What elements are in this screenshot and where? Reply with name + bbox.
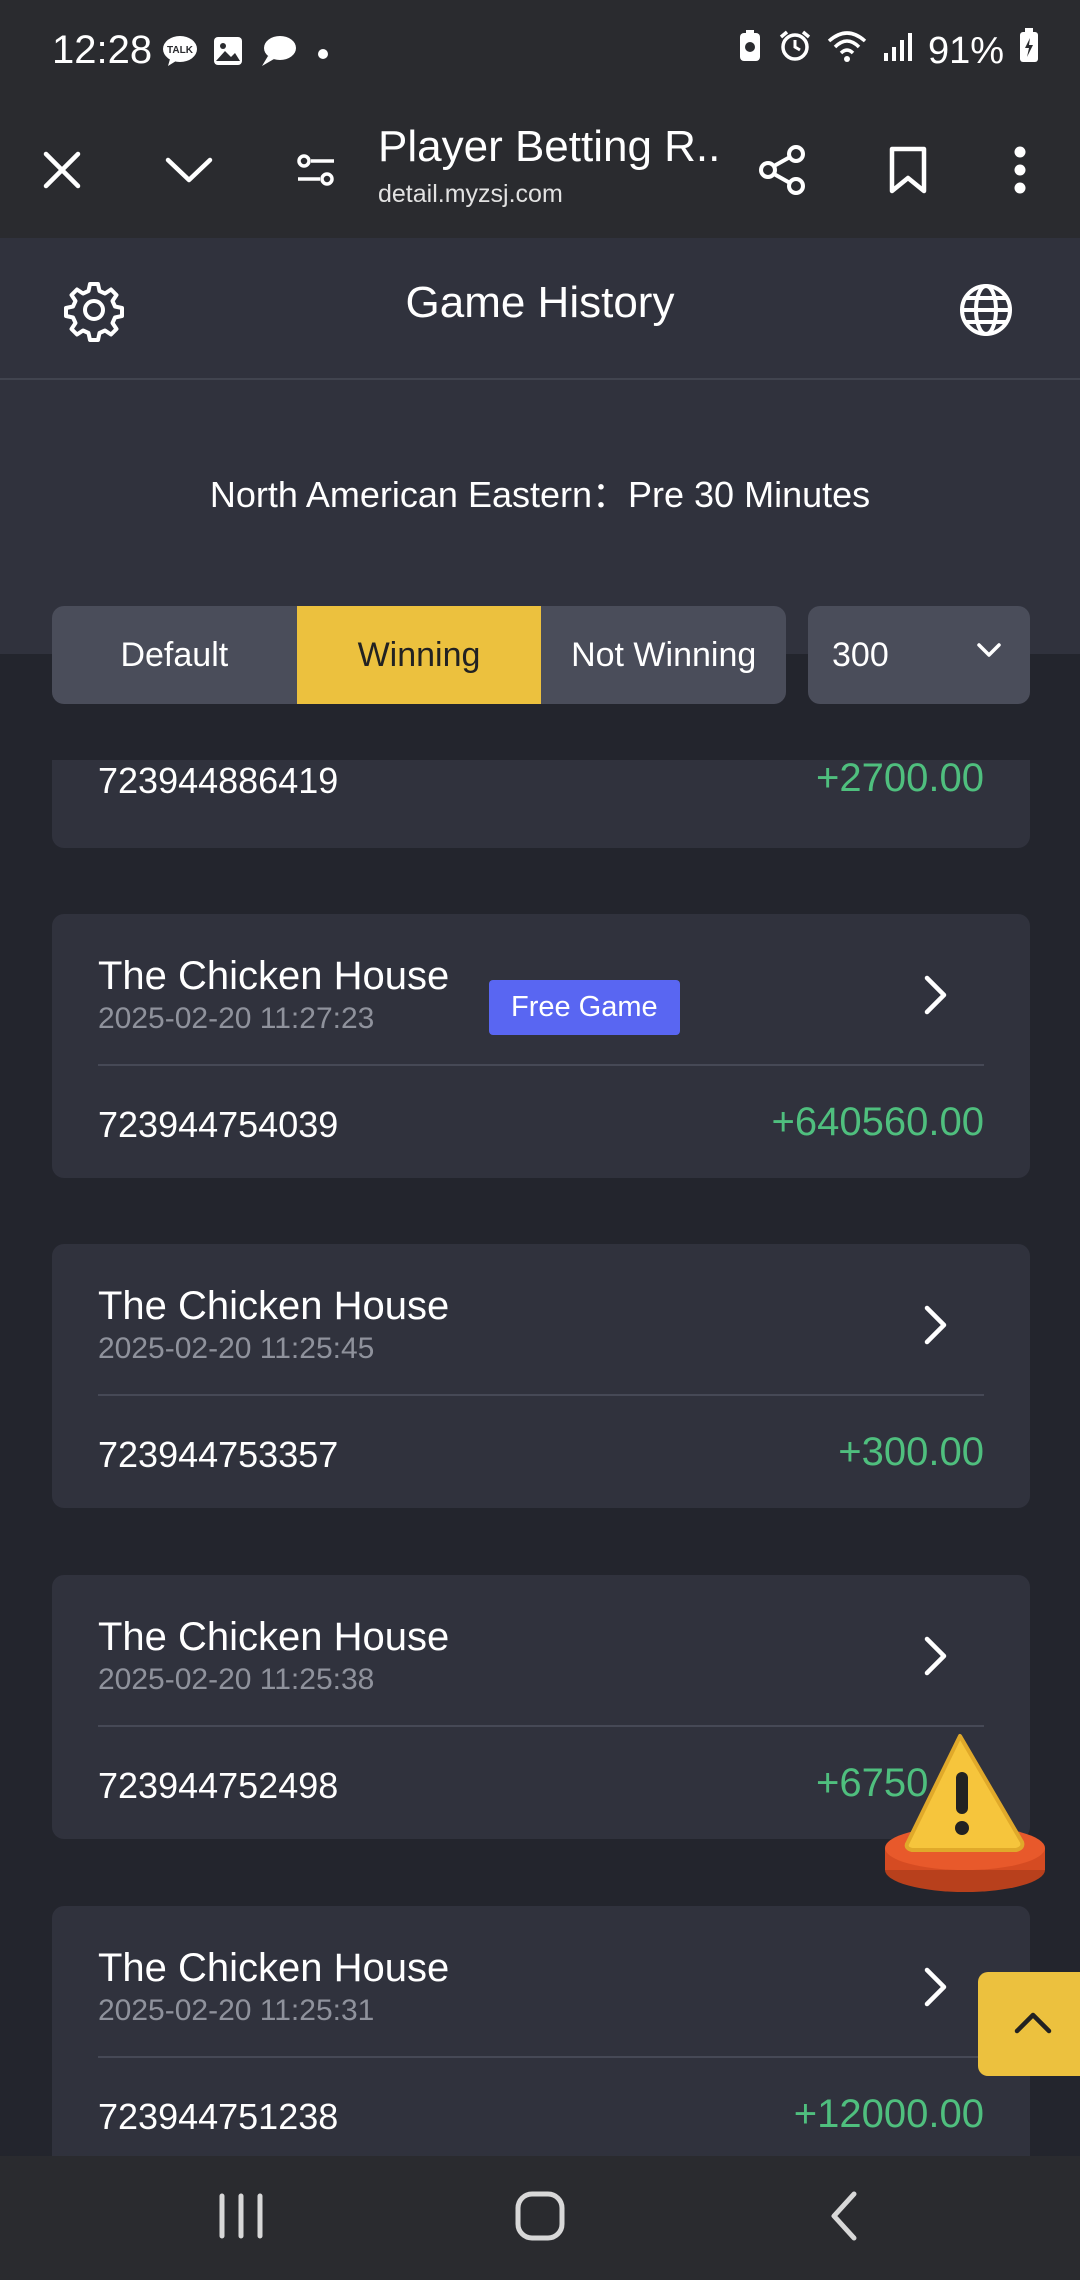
gallery-icon — [212, 35, 244, 72]
tune-icon[interactable] — [282, 136, 350, 204]
count-select-value: 300 — [832, 636, 889, 674]
tab-default[interactable]: Default — [52, 606, 297, 704]
tab-not-winning[interactable]: Not Winning — [541, 606, 786, 704]
record-id: 723944752498 — [98, 1765, 339, 1806]
chevron-down-icon — [976, 642, 1002, 665]
record-id: 723944754039 — [98, 1104, 339, 1145]
count-select[interactable]: 300 — [808, 606, 1030, 704]
recents-icon[interactable] — [216, 2190, 266, 2247]
record-id: 723944751238 — [98, 2096, 339, 2137]
record-time: 2025-02-20 11:25:45 — [98, 1332, 375, 1365]
record-game-name: The Chicken House — [98, 1615, 450, 1659]
notification-dot-icon — [318, 48, 328, 59]
record-card[interactable]: The Chicken House 2025-02-20 11:25:45 72… — [52, 1244, 1030, 1508]
battery-icon — [1018, 28, 1040, 74]
back-icon[interactable] — [826, 2190, 860, 2247]
wifi-icon — [826, 29, 868, 73]
home-icon[interactable] — [514, 2190, 566, 2247]
share-icon[interactable] — [748, 136, 816, 204]
header-title: Game History — [405, 278, 675, 327]
close-icon[interactable] — [28, 136, 96, 204]
record-time: 2025-02-20 11:27:23 — [98, 1002, 375, 1035]
record-id: 723944886419 — [98, 760, 339, 801]
battery-percent: 91% — [927, 29, 1004, 72]
record-amount: +300.00 — [838, 1430, 984, 1474]
chevron-up-icon — [1013, 2009, 1053, 2040]
chevron-right-icon[interactable] — [922, 1304, 950, 1351]
divider — [98, 2056, 984, 2058]
kakaotalk-icon: TALK — [162, 35, 198, 72]
result-filter-tabs: Default Winning Not Winning — [52, 606, 786, 704]
battery-saver-icon — [736, 29, 764, 73]
chat-icon — [258, 34, 298, 73]
status-time: 12:28 — [52, 28, 153, 72]
filter-panel: North American Eastern：Pre 30 Minutes De… — [0, 380, 1080, 704]
warning-icon[interactable] — [882, 1730, 1048, 1901]
alarm-icon — [778, 29, 812, 73]
signal-icon — [882, 30, 914, 73]
bookmark-icon[interactable] — [874, 136, 942, 204]
scroll-to-top-button[interactable] — [978, 1972, 1080, 2076]
record-card[interactable]: The Chicken House 2025-02-20 11:27:23 Fr… — [52, 914, 1030, 1178]
divider — [98, 1064, 984, 1066]
record-id: 723944753357 — [98, 1434, 339, 1475]
record-time: 2025-02-20 11:25:38 — [98, 1663, 375, 1696]
chevron-right-icon[interactable] — [922, 1966, 950, 2013]
app-header: Game History — [0, 238, 1080, 380]
record-card[interactable]: The Chicken House 2025-02-20 11:25:31 72… — [52, 1906, 1030, 2156]
record-amount: +640560.00 — [771, 1100, 984, 1144]
divider — [98, 1394, 984, 1396]
status-bar: 12:28 TALK 91% — [0, 0, 1080, 104]
chevron-down-icon[interactable] — [155, 136, 223, 204]
page-title[interactable]: Player Betting R... — [378, 122, 718, 172]
record-time: 2025-02-20 11:25:31 — [98, 1994, 375, 2027]
page-url[interactable]: detail.myzsj.com — [378, 180, 563, 209]
more-vert-icon[interactable] — [986, 136, 1054, 204]
globe-icon[interactable] — [958, 282, 1014, 343]
free-game-badge: Free Game — [489, 980, 680, 1035]
svg-text:TALK: TALK — [167, 45, 194, 56]
chevron-right-icon[interactable] — [922, 974, 950, 1021]
divider — [98, 1725, 984, 1727]
record-amount: +12000.00 — [793, 2092, 984, 2136]
chevron-right-icon[interactable] — [922, 1635, 950, 1682]
record-card[interactable]: 723944886419 +2700.00 — [52, 756, 1030, 848]
record-amount: +2700.00 — [816, 756, 984, 800]
browser-toolbar: Player Betting R... detail.myzsj.com — [0, 104, 1080, 238]
system-nav-bar — [0, 2156, 1080, 2280]
tab-winning[interactable]: Winning — [296, 606, 542, 704]
record-game-name: The Chicken House — [98, 1946, 450, 1990]
record-game-name: The Chicken House — [98, 954, 450, 998]
timezone-label: North American Eastern：Pre 30 Minutes — [209, 474, 871, 515]
record-game-name: The Chicken House — [98, 1284, 450, 1328]
